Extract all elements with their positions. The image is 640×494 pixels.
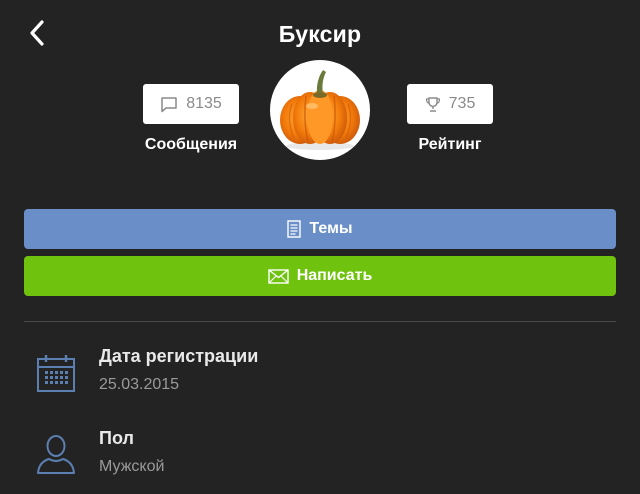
messages-label: Сообщения [144,136,238,153]
topics-button-label: Темы [309,220,353,237]
rating-stat[interactable]: 735 Рейтинг [407,84,493,154]
document-icon [287,220,302,238]
write-message-button[interactable]: Написать [24,256,616,296]
envelope-icon [267,268,289,284]
user-icon [37,435,75,474]
messages-count: 8135 [186,95,222,112]
gender-label: Пол [99,428,134,448]
rating-count-box[interactable]: 735 [407,84,493,124]
avatar[interactable] [270,60,370,160]
profile-screen: Буксир 8135 Сообщения 735 Рейтинг Темы Н… [0,0,640,494]
messages-stat[interactable]: 8135 Сообщения [143,84,239,154]
speech-bubble-icon [161,96,177,112]
trophy-icon [425,96,440,112]
topics-button[interactable]: Темы [24,209,616,249]
write-button-label: Написать [296,267,373,284]
pumpkin-avatar [280,70,360,150]
registration-date-row: Дата регистрации 25.03.2015 [0,340,640,400]
rating-count: 735 [448,95,476,112]
page-title: Буксир [278,21,362,47]
calendar-icon [37,355,75,392]
gender-value: Мужской [99,458,165,475]
registration-date-value: 25.03.2015 [99,376,180,393]
gender-row: Пол Мужской [0,422,640,482]
registration-date-label: Дата регистрации [99,346,259,366]
rating-label: Рейтинг [418,136,482,153]
section-divider [24,321,616,322]
messages-count-box[interactable]: 8135 [143,84,239,124]
